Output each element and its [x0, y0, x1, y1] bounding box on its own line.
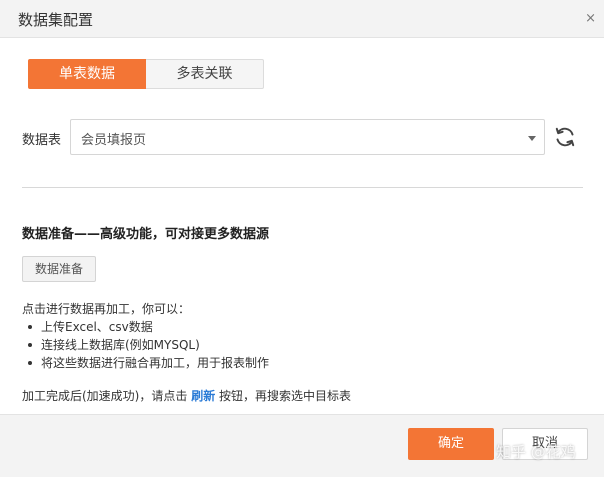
confirm-button[interactable]: 确定: [408, 428, 494, 460]
table-label: 数据表: [22, 133, 62, 148]
table-select-value: 会员填报页: [81, 133, 147, 148]
data-prep-button[interactable]: 数据准备: [22, 256, 96, 282]
note-text-after: 按钮，再搜索选中目标表: [215, 389, 352, 403]
refresh-note: 加工完成后(加速成功)，请点击 刷新 按钮，再搜索选中目标表: [22, 387, 351, 404]
tab-single-table[interactable]: 单表数据: [28, 59, 146, 89]
prep-heading: 数据准备——高级功能，可对接更多数据源: [22, 227, 270, 242]
list-item: 上传Excel、csv数据: [26, 318, 269, 336]
tab-group: 单表数据 多表关联: [28, 59, 264, 89]
chevron-down-icon: [528, 136, 536, 141]
refresh-link[interactable]: 刷新: [191, 389, 215, 403]
table-select[interactable]: 会员填报页: [70, 119, 545, 155]
close-icon[interactable]: ×: [585, 11, 596, 26]
prep-intro: 点击进行数据再加工，你可以：: [22, 302, 191, 316]
prep-bullet-list: 上传Excel、csv数据 连接线上数据库(例如MYSQL) 将这些数据进行融合…: [26, 318, 269, 372]
note-text-before: 加工完成后(加速成功)，请点击: [22, 389, 192, 403]
list-item: 连接线上数据库(例如MYSQL): [26, 336, 269, 354]
dialog-header: 数据集配置 ×: [0, 0, 604, 38]
tab-multi-table-join[interactable]: 多表关联: [146, 59, 264, 89]
refresh-icon[interactable]: [553, 125, 577, 149]
cancel-button[interactable]: 取消: [502, 428, 588, 460]
section-divider: [22, 187, 583, 188]
list-item: 将这些数据进行融合再加工，用于报表制作: [26, 354, 269, 372]
dialog-title: 数据集配置: [18, 11, 94, 29]
